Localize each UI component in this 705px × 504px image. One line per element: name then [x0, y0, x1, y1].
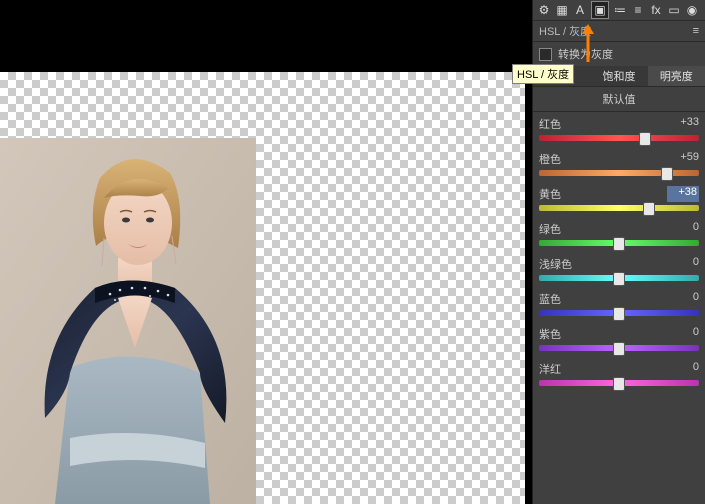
sliders-container: 红色 +33 橙色 +59 黄色 +38 绿色 0 浅绿色 0 蓝色 0 紫色 0 洋红 0 — [533, 112, 705, 386]
slider-label: 浅绿色 — [539, 256, 572, 272]
slider-track[interactable] — [539, 310, 699, 316]
slider-label: 橙色 — [539, 151, 561, 167]
folder-icon[interactable]: ▭ — [667, 3, 681, 17]
panel-menu-icon[interactable]: ≡ — [693, 25, 699, 37]
slider-track[interactable] — [539, 205, 699, 211]
camera-icon[interactable]: ◉ — [685, 3, 699, 17]
slider-row: 紫色 0 — [539, 326, 699, 351]
slider-thumb[interactable] — [613, 307, 625, 321]
hsl-tooltip: HSL / 灰度 — [512, 64, 574, 84]
slider-thumb[interactable] — [613, 272, 625, 286]
convert-grayscale-label: 转换为灰度 — [558, 46, 613, 62]
slider-row: 绿色 0 — [539, 221, 699, 246]
slider-thumb[interactable] — [661, 167, 673, 181]
grid-icon[interactable]: ▦ — [555, 3, 569, 17]
slider-row: 蓝色 0 — [539, 291, 699, 316]
convert-grayscale-row[interactable]: 转换为灰度 — [533, 42, 705, 66]
slider-label: 紫色 — [539, 326, 561, 342]
panel-toolbar: ⚙ ▦ A ▣ ≔ ≡ fx ▭ ◉ — [533, 0, 705, 21]
slider-label: 蓝色 — [539, 291, 561, 307]
photo-layer — [0, 138, 256, 504]
slider-label: 红色 — [539, 116, 561, 132]
slider-track[interactable] — [539, 170, 699, 176]
slider-value[interactable]: 0 — [671, 256, 699, 272]
slider-row: 浅绿色 0 — [539, 256, 699, 281]
slider-row: 橙色 +59 — [539, 151, 699, 176]
slider-value[interactable]: +59 — [671, 151, 699, 167]
slider-thumb[interactable] — [639, 132, 651, 146]
slider-thumb[interactable] — [613, 237, 625, 251]
list-icon[interactable]: ≔ — [613, 3, 627, 17]
workspace — [0, 0, 533, 504]
slider-label: 洋红 — [539, 361, 561, 377]
slider-track[interactable] — [539, 135, 699, 141]
panel-title-row: HSL / 灰度 ≡ — [533, 21, 705, 42]
bars-icon[interactable]: ≡ — [631, 3, 645, 17]
panel-title: HSL / 灰度 — [539, 23, 591, 39]
slider-track[interactable] — [539, 275, 699, 281]
tab-luminance[interactable]: 明亮度 — [648, 66, 705, 86]
slider-thumb[interactable] — [643, 202, 655, 216]
slider-track[interactable] — [539, 380, 699, 386]
canvas[interactable] — [0, 72, 525, 504]
slider-row: 红色 +33 — [539, 116, 699, 141]
slider-track[interactable] — [539, 240, 699, 246]
slider-value[interactable]: +33 — [671, 116, 699, 132]
slider-value[interactable]: 0 — [671, 221, 699, 237]
slider-value[interactable]: 0 — [671, 326, 699, 342]
hsl-icon[interactable]: ▣ — [591, 1, 609, 19]
slider-value[interactable]: 0 — [671, 291, 699, 307]
slider-value[interactable]: 0 — [671, 361, 699, 377]
slider-track[interactable] — [539, 345, 699, 351]
slider-row: 黄色 +38 — [539, 186, 699, 211]
text-icon[interactable]: A — [573, 3, 587, 17]
gear-icon[interactable]: ⚙ — [537, 3, 551, 17]
slider-thumb[interactable] — [613, 342, 625, 356]
tab-saturation[interactable]: 饱和度 — [590, 66, 647, 86]
defaults-label[interactable]: 默认值 — [533, 87, 705, 112]
slider-value[interactable]: +38 — [667, 186, 699, 202]
fx-icon[interactable]: fx — [649, 3, 663, 17]
slider-thumb[interactable] — [613, 377, 625, 391]
convert-grayscale-checkbox[interactable] — [539, 48, 552, 61]
slider-row: 洋红 0 — [539, 361, 699, 386]
slider-label: 绿色 — [539, 221, 561, 237]
slider-label: 黄色 — [539, 186, 561, 202]
